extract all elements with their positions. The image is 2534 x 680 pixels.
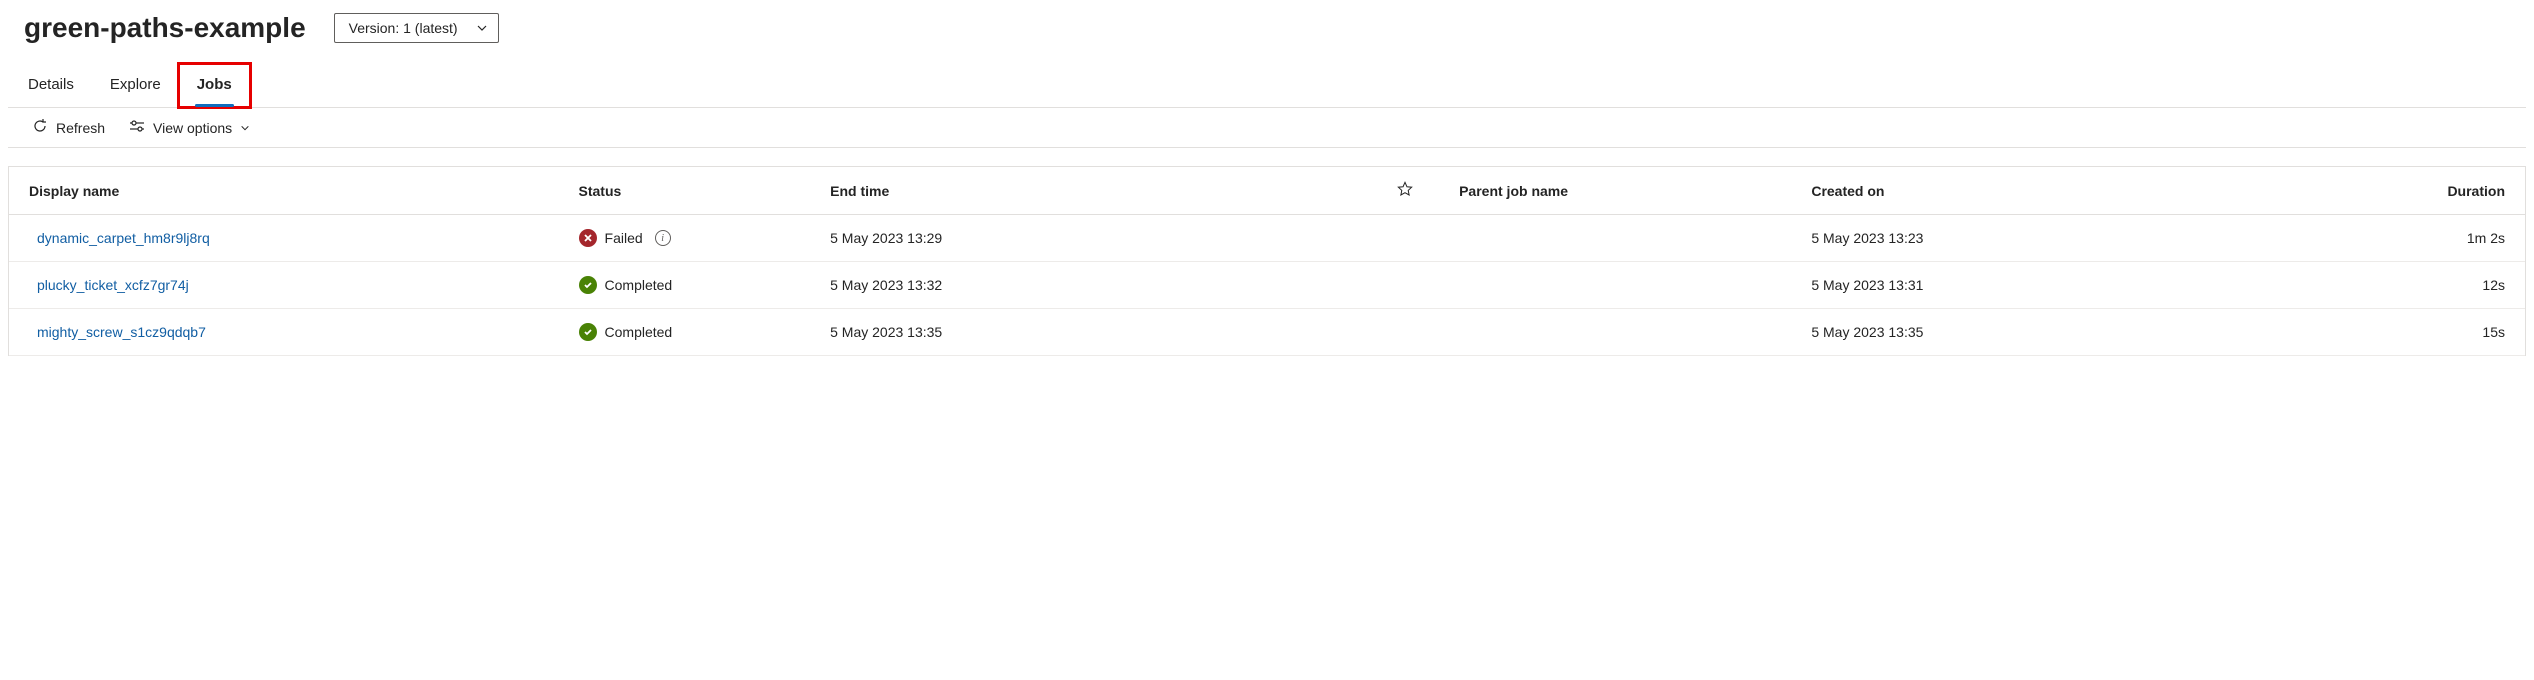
error-icon (579, 229, 597, 247)
table-row: plucky_ticket_xcfz7gr74j Completed 5 May 2… (9, 262, 2525, 309)
duration-cell: 15s (2399, 309, 2525, 356)
status-text: Failed (605, 230, 643, 246)
tab-jobs[interactable]: Jobs (193, 68, 236, 107)
star-icon (1397, 184, 1413, 200)
favorite-cell[interactable] (1368, 215, 1443, 262)
job-link[interactable]: mighty_screw_s1cz9qdqb7 (37, 324, 206, 340)
view-options-label: View options (153, 120, 232, 136)
end-time-cell: 5 May 2023 13:35 (814, 309, 1368, 356)
duration-cell: 12s (2399, 262, 2525, 309)
favorite-cell[interactable] (1368, 262, 1443, 309)
chevron-down-icon (476, 22, 488, 34)
parent-cell (1443, 262, 1795, 309)
duration-cell: 1m 2s (2399, 215, 2525, 262)
col-header-end-time[interactable]: End time (814, 167, 1368, 215)
status-text: Completed (605, 324, 673, 340)
parent-cell (1443, 215, 1795, 262)
col-header-status[interactable]: Status (563, 167, 815, 215)
tab-details[interactable]: Details (24, 68, 78, 107)
table-row: mighty_screw_s1cz9qdqb7 Completed 5 May 20… (9, 309, 2525, 356)
col-header-duration[interactable]: Duration (2399, 167, 2525, 215)
refresh-icon (32, 118, 48, 137)
refresh-label: Refresh (56, 120, 105, 136)
version-dropdown[interactable]: Version: 1 (latest) (334, 13, 499, 43)
refresh-button[interactable]: Refresh (32, 118, 105, 137)
sliders-icon (129, 118, 145, 137)
tab-jobs-label: Jobs (197, 76, 232, 93)
end-time-cell: 5 May 2023 13:29 (814, 215, 1368, 262)
info-icon[interactable]: i (655, 230, 671, 246)
page-title: green-paths-example (24, 12, 306, 44)
table-row: dynamic_carpet_hm8r9lj8rq Failedi 5 May 20… (9, 215, 2525, 262)
created-on-cell: 5 May 2023 13:31 (1795, 262, 2399, 309)
col-header-created[interactable]: Created on (1795, 167, 2399, 215)
created-on-cell: 5 May 2023 13:23 (1795, 215, 2399, 262)
version-label: Version: 1 (latest) (349, 20, 458, 36)
parent-cell (1443, 309, 1795, 356)
success-icon (579, 276, 597, 294)
jobs-table: Display name Status End time Parent job … (9, 167, 2525, 356)
col-header-favorite[interactable] (1368, 167, 1443, 215)
job-link[interactable]: plucky_ticket_xcfz7gr74j (37, 277, 189, 293)
created-on-cell: 5 May 2023 13:35 (1795, 309, 2399, 356)
tabs: Details Explore Jobs (0, 52, 2534, 107)
col-header-display-name[interactable]: Display name (9, 167, 563, 215)
end-time-cell: 5 May 2023 13:32 (814, 262, 1368, 309)
col-header-parent[interactable]: Parent job name (1443, 167, 1795, 215)
chevron-down-icon (240, 120, 250, 136)
success-icon (579, 323, 597, 341)
view-options-button[interactable]: View options (129, 118, 250, 137)
toolbar: Refresh View options (8, 107, 2526, 148)
favorite-cell[interactable] (1368, 309, 1443, 356)
status-text: Completed (605, 277, 673, 293)
job-link[interactable]: dynamic_carpet_hm8r9lj8rq (37, 230, 210, 246)
tab-explore[interactable]: Explore (106, 68, 165, 107)
